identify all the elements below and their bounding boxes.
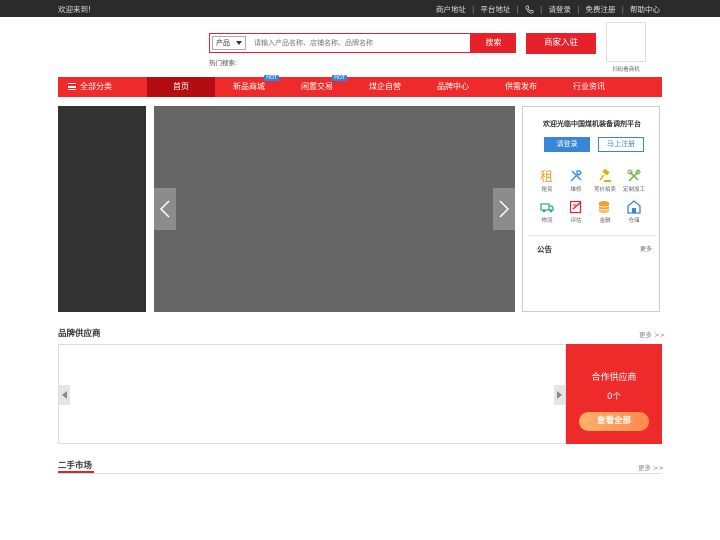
top-links: 商户地址 | 平台地址 | | 请登录 | 免费注册 | 帮助中心 — [436, 4, 660, 15]
service-finance[interactable]: 金融 — [591, 200, 619, 224]
brand-carousel — [58, 344, 566, 444]
caret-left-icon — [62, 391, 67, 399]
phone-icon[interactable] — [525, 5, 534, 14]
notice-title: 公告 — [537, 245, 552, 254]
auction-icon — [599, 169, 611, 182]
brand-prev-button[interactable] — [59, 385, 70, 405]
brand-section-title: 品牌供应商 — [58, 329, 101, 339]
divider: | — [539, 5, 543, 14]
service-evaluation[interactable]: 评估 — [562, 200, 590, 224]
all-categories-button[interactable]: 全部分类 — [58, 77, 147, 97]
qr-code-image — [606, 22, 646, 62]
divider: | — [576, 5, 580, 14]
merchant-address-link[interactable]: 商户地址 — [436, 4, 466, 15]
service-label: 竞价拍卖 — [593, 187, 616, 193]
nav-label: 供需发布 — [505, 82, 537, 91]
nav-item-brand-center[interactable]: 品牌中心 — [419, 77, 487, 97]
service-label: 物流 — [541, 218, 553, 224]
nav-item-self-operated[interactable]: 煤企自营 — [351, 77, 419, 97]
partner-title: 合作供应商 — [591, 373, 637, 383]
platform-welcome: 欢迎光临中国煤机装备调剂平台 — [543, 120, 641, 128]
nav-label: 首页 — [173, 82, 189, 91]
hot-badge: HOT — [264, 75, 279, 81]
nav-item-new-mall[interactable]: 新品商城 HOT — [215, 75, 283, 97]
logistics-icon — [540, 203, 554, 213]
search-category-select[interactable]: 产品 — [212, 36, 246, 50]
service-label: 评估 — [570, 218, 582, 224]
search-button[interactable]: 搜索 — [471, 33, 516, 53]
search-category-value: 产品 — [216, 39, 230, 47]
divider: | — [621, 5, 624, 14]
section-underline — [58, 471, 94, 473]
nav-label: 品牌中心 — [437, 82, 469, 91]
merchant-join-button[interactable]: 商家入驻 — [526, 33, 596, 54]
platform-address-link[interactable]: 平台地址 — [480, 4, 510, 15]
chevron-left-icon — [159, 200, 170, 218]
nav-item-industry-news[interactable]: 行业资讯 — [555, 77, 623, 97]
chevron-right-icon — [499, 200, 510, 218]
login-panel: 欢迎光临中国煤机装备调剂平台 请登录 马上注册 租 租赁 维修 竞价拍卖 定制加… — [522, 106, 660, 312]
used-more-link[interactable]: 更多 >> — [638, 462, 664, 472]
partner-supplier-card: 合作供应商 0个 查看全部 — [566, 344, 662, 444]
notice-more-link[interactable]: 更多 — [640, 244, 652, 253]
register-link[interactable]: 免费注册 — [585, 4, 615, 15]
service-warehouse[interactable]: 仓储 — [620, 200, 648, 224]
service-rent[interactable]: 租 租赁 — [533, 169, 561, 193]
service-custom-process[interactable]: 定制加工 — [620, 169, 648, 193]
service-label: 租赁 — [541, 187, 553, 193]
category-panel — [58, 106, 146, 312]
repair-icon — [570, 170, 582, 182]
service-label: 金融 — [599, 218, 611, 224]
search-input[interactable] — [248, 36, 468, 50]
rent-icon: 租 — [540, 170, 553, 183]
help-center-link[interactable]: 帮助中心 — [630, 4, 660, 15]
banner-carousel[interactable] — [154, 106, 515, 312]
divider — [58, 473, 662, 474]
menu-icon — [68, 83, 76, 90]
warehouse-icon — [627, 200, 641, 214]
service-logistics[interactable]: 物流 — [533, 200, 561, 224]
divider: | — [516, 5, 519, 14]
carousel-next-button[interactable] — [493, 188, 515, 230]
nav-label: 煤企自营 — [369, 82, 401, 91]
service-auction[interactable]: 竞价拍卖 — [591, 169, 619, 193]
nav-label: 新品商城 — [233, 82, 265, 91]
custom-process-icon — [627, 169, 641, 182]
caret-right-icon — [557, 391, 562, 399]
used-market-title: 二手市场 — [58, 461, 93, 471]
svg-text:租: 租 — [540, 170, 553, 183]
divider — [528, 235, 656, 236]
nav-item-home[interactable]: 首页 — [147, 77, 215, 97]
service-label: 定制加工 — [622, 187, 645, 193]
view-all-button[interactable]: 查看全部 — [579, 412, 649, 431]
chevron-down-icon — [236, 41, 242, 45]
divider: | — [471, 5, 475, 14]
nav-label: 闲置交易 — [301, 82, 333, 91]
welcome-text: 欢迎来到! — [58, 5, 92, 14]
register-button[interactable]: 马上注册 — [598, 137, 644, 152]
qr-caption: 扫码看商机 — [612, 67, 640, 73]
finance-icon — [598, 201, 610, 213]
service-label: 维修 — [570, 187, 582, 193]
login-link[interactable]: 请登录 — [548, 4, 571, 15]
hot-badge: HOT — [332, 75, 347, 81]
nav-item-idle-trade[interactable]: 闲置交易 HOT — [283, 75, 351, 97]
nav-item-supply-demand[interactable]: 供需发布 — [487, 77, 555, 97]
service-label: 仓储 — [628, 218, 640, 224]
service-repair[interactable]: 维修 — [562, 169, 590, 193]
nav-label: 行业资讯 — [573, 82, 605, 91]
carousel-prev-button[interactable] — [154, 188, 176, 230]
search-bar: 产品 — [209, 33, 471, 53]
all-categories-label: 全部分类 — [80, 82, 112, 91]
main-nav: 全部分类 首页 新品商城 HOT 闲置交易 HOT 煤企自营 品牌中心 供需发布 行… — [58, 75, 662, 97]
hot-search-label: 热门搜索: — [209, 59, 238, 67]
login-button[interactable]: 请登录 — [544, 137, 590, 152]
brand-more-link[interactable]: 更多 >> — [639, 329, 665, 339]
partner-count: 0个 — [607, 392, 621, 402]
top-bar: 欢迎来到! 商户地址 | 平台地址 | | 请登录 | 免费注册 | 帮助中心 — [0, 0, 720, 17]
evaluation-icon — [569, 200, 582, 214]
brand-next-button[interactable] — [554, 385, 565, 405]
